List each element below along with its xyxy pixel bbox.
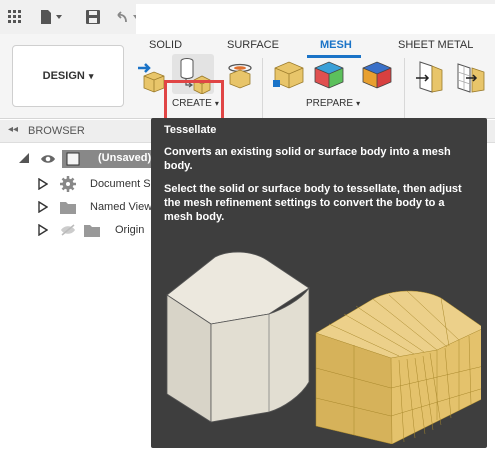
generate-face-groups-tool[interactable] bbox=[312, 58, 346, 92]
chevron-down-icon: ▾ bbox=[88, 70, 94, 81]
visibility-eye-icon bbox=[41, 155, 55, 163]
browser-item-origin[interactable]: Origin bbox=[0, 219, 152, 241]
mesh-section-icon bbox=[228, 63, 252, 89]
expand-arrow-icon bbox=[38, 201, 48, 213]
browser-item-named-views[interactable]: Named View bbox=[0, 196, 152, 218]
face-groups-icon bbox=[314, 61, 344, 89]
modify-tool-2[interactable] bbox=[454, 60, 488, 94]
grid-icon[interactable] bbox=[6, 7, 24, 27]
tessellate-illustration bbox=[166, 251, 481, 444]
repair-body-tool[interactable] bbox=[272, 58, 306, 92]
tab-sheet-metal[interactable]: SHEET METAL bbox=[398, 39, 473, 51]
quick-access-toolbar bbox=[0, 0, 495, 34]
chevron-down-icon: ▾ bbox=[214, 99, 219, 108]
ribbon: DESIGN ▾ SOLID SURFACE MESH SHEET METAL bbox=[0, 34, 495, 146]
browser-item-label: Document Se bbox=[90, 178, 157, 190]
combine-face-groups-tool[interactable] bbox=[360, 58, 394, 92]
component-icon bbox=[66, 152, 80, 166]
expand-triangle-icon bbox=[19, 153, 29, 163]
browser-item-label: Origin bbox=[115, 224, 145, 236]
tooltip-instructions: Select the solid or surface body to tess… bbox=[164, 183, 462, 223]
design-workspace-button[interactable]: DESIGN ▾ bbox=[12, 45, 124, 107]
repair-body-icon bbox=[273, 61, 304, 89]
tab-solid[interactable]: SOLID bbox=[149, 39, 182, 51]
browser-title: BROWSER bbox=[28, 125, 85, 137]
group-separator bbox=[262, 58, 263, 120]
solid-body-image bbox=[166, 251, 310, 423]
collapse-icon[interactable]: ◂◂ bbox=[8, 124, 18, 135]
chevron-down-icon: ▾ bbox=[356, 99, 361, 108]
expand-arrow-icon bbox=[38, 178, 48, 190]
reduce-mesh-icon bbox=[457, 63, 485, 93]
create-group-dropdown[interactable]: CREATE ▾ bbox=[172, 98, 219, 109]
tab-strip-background bbox=[136, 4, 495, 34]
expand-arrow-icon bbox=[38, 224, 48, 236]
plane-cut-icon bbox=[416, 61, 443, 93]
group-separator bbox=[404, 58, 405, 120]
prepare-group-dropdown[interactable]: PREPARE ▾ bbox=[306, 98, 360, 109]
browser-root-row[interactable]: (Unsaved) bbox=[0, 148, 152, 170]
browser-item-document-settings[interactable]: Document Se bbox=[0, 173, 157, 195]
root-component-label: (Unsaved) bbox=[98, 152, 152, 164]
create-group-label: CREATE bbox=[172, 98, 212, 109]
hidden-eye-icon bbox=[61, 224, 75, 236]
combine-face-groups-icon bbox=[362, 61, 392, 89]
tab-surface[interactable]: SURFACE bbox=[227, 39, 279, 51]
file-menu-icon[interactable] bbox=[38, 7, 66, 27]
tooltip-description: Converts an existing solid or surface bo… bbox=[164, 146, 451, 172]
tessellate-tooltip: Tessellate Converts an existing solid or… bbox=[151, 118, 487, 448]
design-button-label: DESIGN bbox=[42, 70, 85, 82]
folder-icon bbox=[84, 225, 100, 237]
tooltip-title: Tessellate bbox=[164, 124, 217, 136]
prepare-group-label: PREPARE bbox=[306, 98, 354, 109]
browser-item-label: Named View bbox=[90, 201, 153, 213]
tab-mesh[interactable]: MESH bbox=[320, 39, 352, 51]
mesh-section-sketch-tool[interactable] bbox=[226, 60, 254, 90]
modify-tool-1[interactable] bbox=[412, 60, 446, 94]
save-icon[interactable] bbox=[84, 7, 102, 27]
folder-icon bbox=[60, 202, 76, 214]
mesh-body-image bbox=[315, 290, 481, 444]
gear-icon bbox=[60, 176, 76, 192]
